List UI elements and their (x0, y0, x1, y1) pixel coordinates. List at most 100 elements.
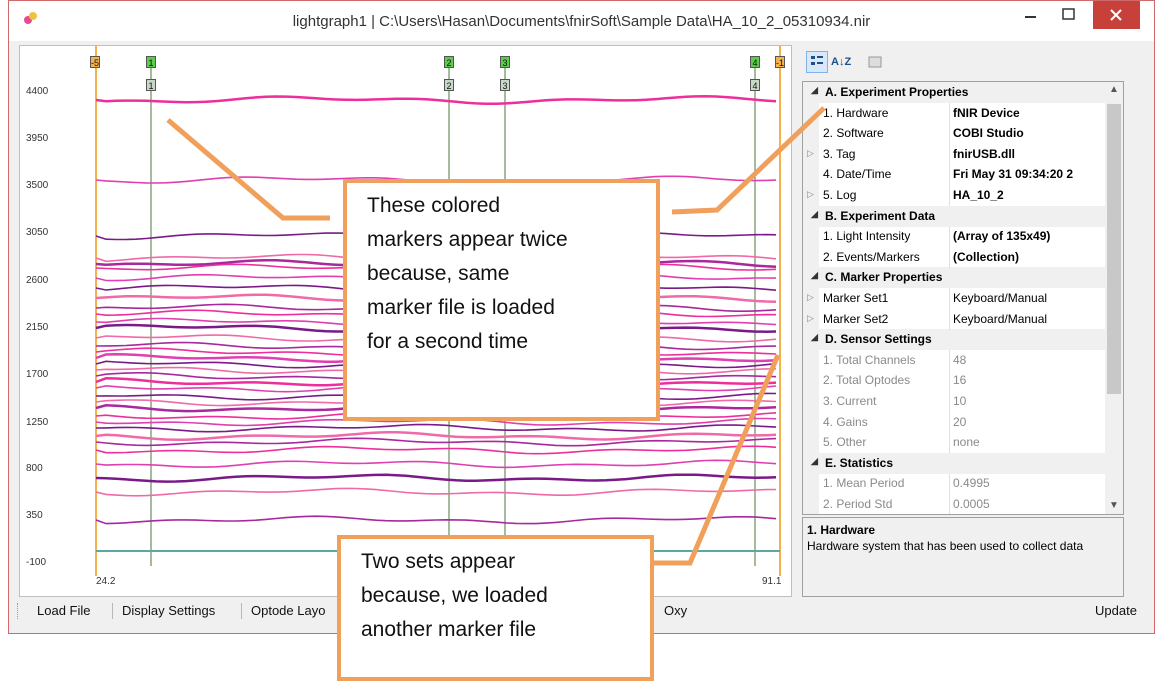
property-value: (Collection) (953, 249, 1019, 264)
property-value: 0.0005 (953, 497, 990, 511)
column-divider[interactable] (949, 308, 950, 330)
property-category[interactable]: ◢ E. Statistics (803, 452, 1123, 474)
update-button[interactable]: Update (1095, 603, 1137, 618)
property-row[interactable]: 1. Light Intensity (Array of 135x49) (803, 226, 1123, 248)
callout-text: These colored (367, 194, 501, 217)
column-divider[interactable] (949, 102, 950, 124)
collapse-icon[interactable]: ◢ (811, 456, 818, 467)
y-tick-label: 3500 (26, 180, 49, 191)
expand-icon[interactable]: ▷ (807, 189, 814, 200)
property-category[interactable]: ◢ D. Sensor Settings (803, 329, 1123, 351)
property-row[interactable]: ▷ 5. Log HA_10_2 (803, 185, 1123, 206)
column-divider[interactable] (949, 473, 950, 495)
column-divider[interactable] (949, 349, 950, 371)
marker-flag[interactable]: 4 (750, 56, 760, 68)
collapse-icon[interactable]: ◢ (811, 332, 818, 343)
property-value: Keyboard/Manual (953, 291, 1048, 305)
row-gutter: ▷ (803, 185, 819, 206)
collapse-icon[interactable]: ◢ (811, 209, 818, 220)
minimize-button[interactable] (1014, 1, 1048, 29)
row-gutter (803, 370, 819, 392)
collapse-icon[interactable]: ◢ (811, 85, 818, 96)
property-category[interactable]: ◢ C. Marker Properties (803, 267, 1123, 289)
property-row[interactable]: 1. Total Channels 48 (803, 349, 1123, 371)
category-label: A. Experiment Properties (825, 85, 969, 99)
property-value: 10 (953, 394, 967, 408)
display-settings-button[interactable]: Display Settings (122, 603, 215, 618)
column-divider[interactable] (949, 370, 950, 392)
property-row[interactable]: 1. Hardware fNIR Device (803, 102, 1123, 124)
property-row[interactable]: 2. Total Optodes 16 (803, 370, 1123, 392)
minimize-icon (1025, 16, 1036, 18)
column-divider[interactable] (949, 391, 950, 412)
optode-layout-button[interactable]: Optode Layo (251, 603, 325, 618)
collapse-icon[interactable]: ◢ (811, 270, 818, 281)
property-grid[interactable]: 2. Period Std 0.0005 1. Mean Period 0.4995 ◢… (802, 81, 1124, 515)
property-row[interactable]: 1. Mean Period 0.4995 (803, 473, 1123, 495)
property-name: 2. Software (823, 126, 884, 141)
property-row[interactable]: 3. Current 10 (803, 391, 1123, 412)
expand-icon[interactable]: ▷ (807, 292, 814, 303)
column-divider[interactable] (949, 123, 950, 145)
column-divider[interactable] (949, 185, 950, 206)
callout-text: marker file is loaded (367, 296, 555, 319)
marker-flag-set2[interactable]: 4 (750, 79, 760, 91)
callout-text: markers appear twice (367, 228, 568, 251)
toolbar-grip[interactable] (17, 603, 20, 619)
column-divider[interactable] (949, 432, 950, 454)
property-row[interactable]: ▷ Marker Set1 Keyboard/Manual (803, 288, 1123, 309)
property-row[interactable]: 4. Date/Time Fri May 31 09:34:20 2 (803, 164, 1123, 186)
load-file-button[interactable]: Load File (37, 603, 90, 618)
scroll-up-icon[interactable]: ▲ (1109, 84, 1119, 95)
close-button[interactable] (1093, 1, 1140, 29)
property-row[interactable]: 5. Other none (803, 432, 1123, 454)
marker-flag[interactable]: 2 (444, 56, 454, 68)
oxy-button[interactable]: Oxy (664, 603, 687, 618)
property-grid-scrollbar[interactable]: ▲ ▼ (1105, 82, 1123, 514)
column-divider[interactable] (949, 494, 950, 514)
property-row[interactable]: ▷ 3. Tag fnirUSB.dll (803, 143, 1123, 165)
y-tick-label: 3950 (26, 133, 49, 144)
property-name: 4. Date/Time (823, 167, 892, 182)
expand-icon[interactable]: ▷ (807, 313, 814, 324)
marker-flag[interactable]: -1 (775, 56, 785, 68)
scroll-down-icon[interactable]: ▼ (1109, 500, 1119, 511)
property-row[interactable]: 2. Period Std 0.0005 (803, 494, 1123, 514)
marker-flag[interactable]: 1 (146, 56, 156, 68)
marker-flag-set2[interactable]: 2 (444, 79, 454, 91)
marker-flag[interactable]: 3 (500, 56, 510, 68)
y-tick-label: 800 (26, 463, 43, 474)
expand-icon[interactable]: ▷ (807, 148, 814, 159)
property-row[interactable]: 2. Events/Markers (Collection) (803, 246, 1123, 268)
property-row[interactable]: 4. Gains 20 (803, 411, 1123, 433)
maximize-button[interactable] (1052, 1, 1086, 29)
column-divider[interactable] (949, 288, 950, 309)
column-divider[interactable] (949, 411, 950, 433)
column-divider[interactable] (949, 226, 950, 248)
y-tick-label: 3050 (26, 227, 49, 238)
property-pages-button[interactable] (864, 51, 886, 73)
property-category[interactable]: ◢ B. Experiment Data (803, 205, 1123, 227)
marker-flag[interactable]: -5 (90, 56, 100, 68)
category-label: C. Marker Properties (825, 270, 943, 285)
y-tick-label: 2150 (26, 322, 49, 333)
marker-flag-set2[interactable]: 1 (146, 79, 156, 91)
alphabetical-button[interactable]: A↓Z (830, 51, 852, 73)
property-category[interactable]: ◢ A. Experiment Properties (803, 82, 1123, 103)
property-row[interactable]: ▷ Marker Set2 Keyboard/Manual (803, 308, 1123, 330)
property-value: (Array of 135x49) (953, 229, 1051, 244)
column-divider[interactable] (949, 143, 950, 165)
property-value: fnirUSB.dll (953, 146, 1015, 161)
annotation-callout-bottom: Two sets appear because, we loaded anoth… (337, 535, 654, 681)
row-gutter: ▷ (803, 288, 819, 309)
column-divider[interactable] (949, 164, 950, 186)
column-divider[interactable] (949, 246, 950, 268)
signal-trace (95, 95, 777, 105)
row-gutter (803, 226, 819, 248)
marker-flag-set2[interactable]: 3 (500, 79, 510, 91)
scrollbar-thumb[interactable] (1107, 104, 1121, 394)
categorized-button[interactable] (806, 51, 828, 73)
property-row[interactable]: 2. Software COBI Studio (803, 123, 1123, 145)
property-name: Marker Set1 (823, 291, 889, 305)
row-gutter (803, 494, 819, 514)
